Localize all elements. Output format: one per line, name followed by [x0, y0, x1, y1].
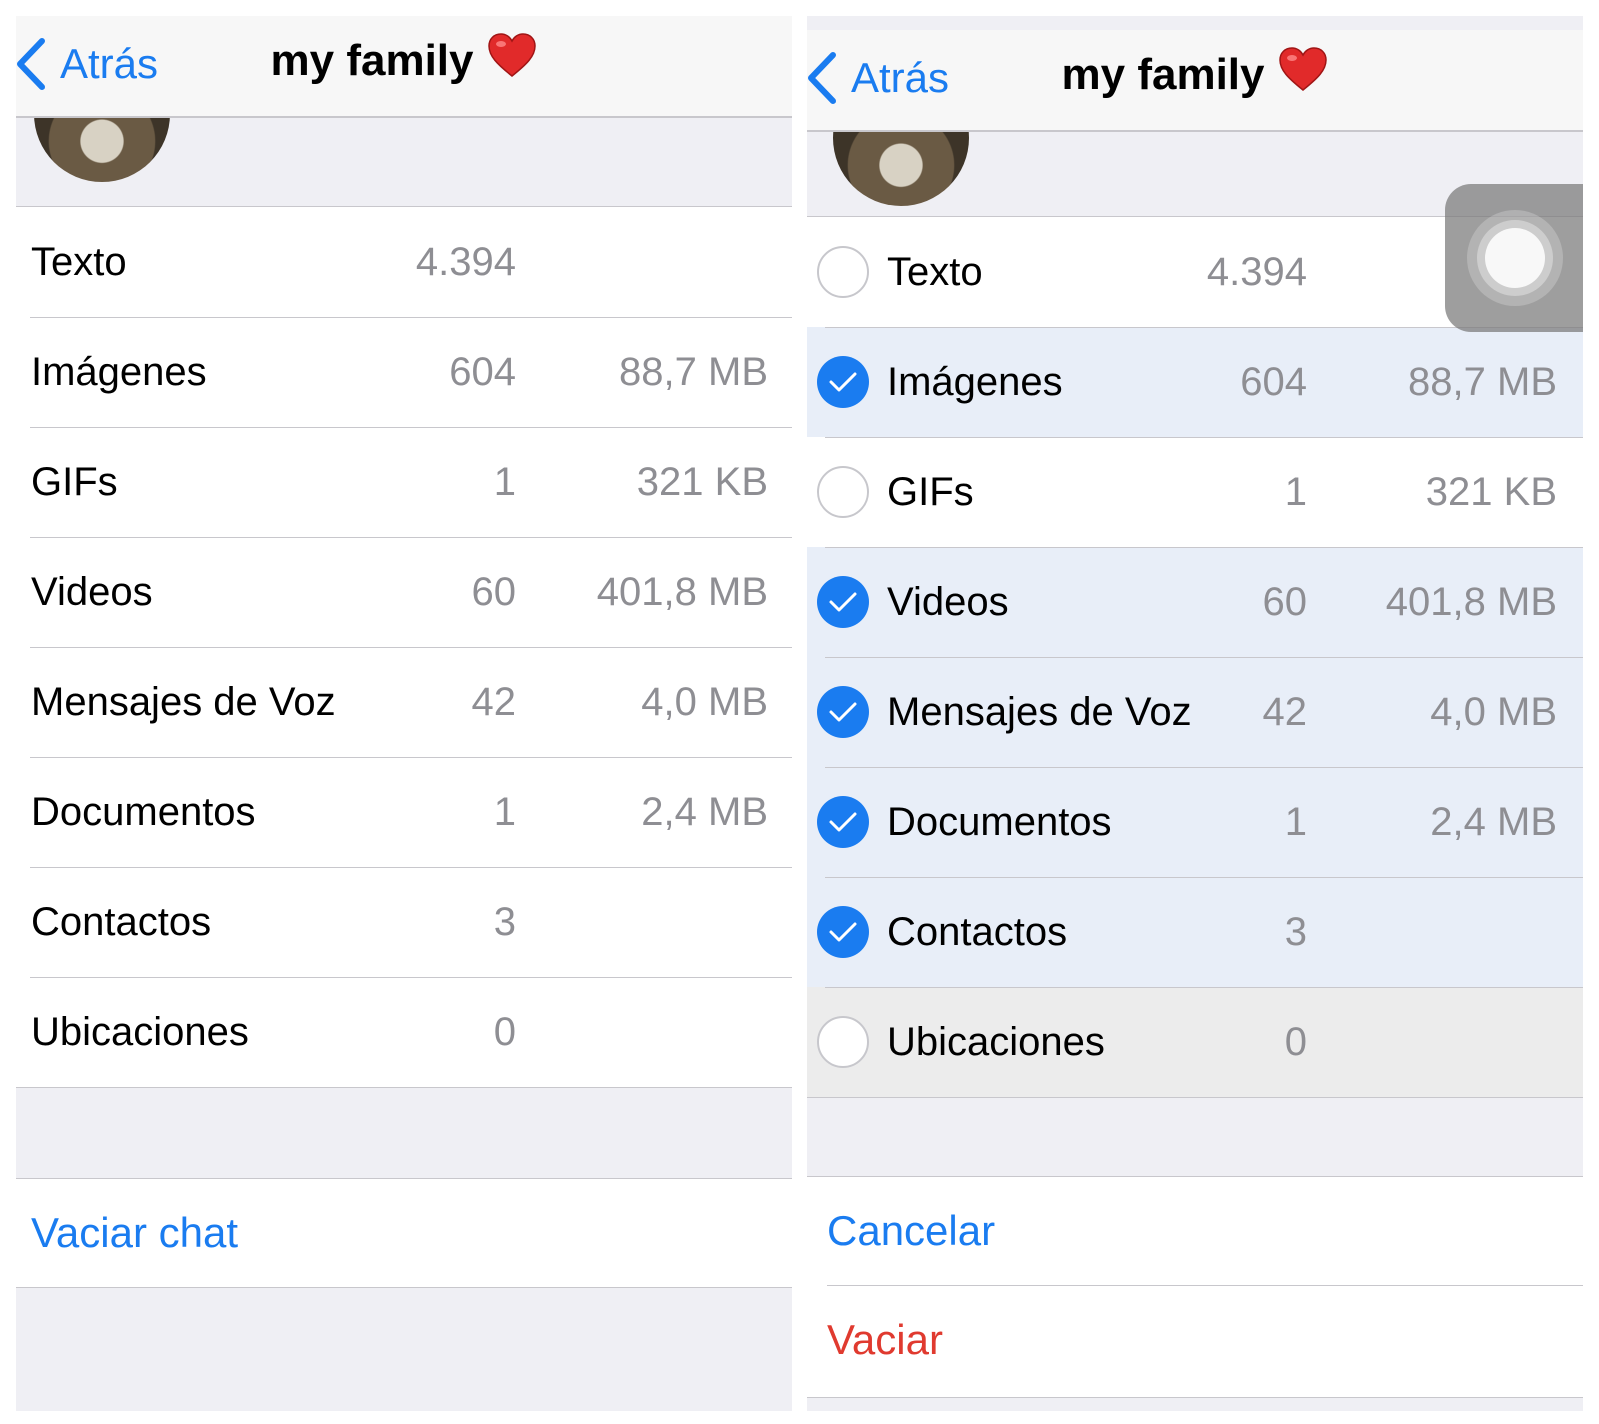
checkmark-circle-icon[interactable]	[817, 906, 869, 958]
page-title: my family	[16, 32, 792, 89]
row-count: 42	[471, 679, 517, 724]
navigation-bar: Atrás my family	[16, 16, 792, 118]
row-count: 60	[1262, 579, 1308, 624]
row-label: Contactos	[31, 899, 212, 944]
row-label: Videos	[887, 579, 1009, 624]
row-label: GIFs	[31, 459, 118, 504]
row-count: 1	[1284, 799, 1307, 844]
row-size: 4,0 MB	[641, 679, 768, 724]
row-size: 88,7 MB	[619, 349, 768, 394]
row-count: 60	[471, 569, 517, 614]
panel-storage-summary: Atrás my family Texto 4.394 Imágenes 604 88,…	[16, 16, 792, 1411]
row-label: Ubicaciones	[887, 1019, 1105, 1064]
row-label: GIFs	[887, 469, 974, 514]
action-group: Cancelar Vaciar	[807, 1176, 1583, 1398]
row-size: 2,4 MB	[1430, 799, 1557, 844]
row-count: 42	[1262, 689, 1308, 734]
table-row: Contactos 3	[16, 867, 792, 977]
table-row: Mensajes de Voz 42 4,0 MB	[16, 647, 792, 757]
row-count: 3	[1284, 909, 1307, 954]
row-count: 4.394	[415, 239, 516, 284]
row-label: Texto	[31, 239, 127, 284]
table-row[interactable]: Documentos 1 2,4 MB	[807, 767, 1583, 877]
storage-list: Texto 4.394 Imágenes 604 88,7 MB GIFs 1 321 KB V…	[16, 206, 792, 1088]
empty-circle-icon[interactable]	[817, 466, 869, 518]
checkmark-circle-icon[interactable]	[817, 796, 869, 848]
row-label: Texto	[887, 249, 983, 294]
empty-circle-icon[interactable]	[817, 246, 869, 298]
clear-chat-button[interactable]: Vaciar chat	[16, 1179, 792, 1287]
storage-selection-list: Texto 4.394 Imágenes 604 88,7 MB GIFs 1 321 KB V…	[807, 216, 1583, 1098]
row-count: 1	[493, 459, 516, 504]
row-size: 321 KB	[636, 459, 768, 504]
row-count: 604	[1240, 359, 1307, 404]
table-row[interactable]: Mensajes de Voz 42 4,0 MB	[807, 657, 1583, 767]
row-label: Ubicaciones	[31, 1009, 249, 1054]
row-size: 4,0 MB	[1430, 689, 1557, 734]
action-group: Vaciar chat	[16, 1178, 792, 1288]
title-text: my family	[1061, 49, 1265, 99]
row-label: Mensajes de Voz	[31, 679, 336, 724]
table-row: Ubicaciones 0	[16, 977, 792, 1087]
row-count: 1	[493, 789, 516, 834]
checkmark-circle-icon[interactable]	[817, 356, 869, 408]
heart-icon	[1278, 46, 1328, 103]
assistive-touch-button[interactable]	[1445, 184, 1583, 332]
chat-header-peek	[16, 46, 792, 206]
row-size: 2,4 MB	[641, 789, 768, 834]
row-count: 604	[449, 349, 516, 394]
cancel-button[interactable]: Cancelar	[807, 1177, 1583, 1285]
row-label: Documentos	[31, 789, 256, 834]
row-label: Videos	[31, 569, 153, 614]
title-text: my family	[270, 35, 474, 85]
table-row: Documentos 1 2,4 MB	[16, 757, 792, 867]
table-row[interactable]: Imágenes 604 88,7 MB	[807, 327, 1583, 437]
row-count: 1	[1284, 469, 1307, 514]
table-row[interactable]: Contactos 3	[807, 877, 1583, 987]
page-title: my family	[807, 46, 1583, 103]
row-size: 401,8 MB	[1385, 579, 1557, 624]
table-row: Imágenes 604 88,7 MB	[16, 317, 792, 427]
navigation-bar: Atrás my family	[807, 30, 1583, 132]
table-row[interactable]: Ubicaciones 0	[807, 987, 1583, 1097]
row-label: Imágenes	[31, 349, 207, 394]
row-size: 401,8 MB	[596, 569, 768, 614]
row-size: 321 KB	[1425, 469, 1557, 514]
empty-circle-icon[interactable]	[817, 1016, 869, 1068]
checkmark-circle-icon[interactable]	[817, 576, 869, 628]
row-size: 88,7 MB	[1408, 359, 1557, 404]
clear-button[interactable]: Vaciar	[827, 1285, 1583, 1394]
heart-icon	[487, 32, 537, 89]
table-row: GIFs 1 321 KB	[16, 427, 792, 537]
checkmark-circle-icon[interactable]	[817, 686, 869, 738]
row-label: Documentos	[887, 799, 1112, 844]
table-row[interactable]: GIFs 1 321 KB	[807, 437, 1583, 547]
row-label: Contactos	[887, 909, 1068, 954]
panel-storage-selection: Atrás my family Texto 4.394 Imágenes 604 88,…	[807, 16, 1583, 1411]
row-count: 3	[493, 899, 516, 944]
row-label: Imágenes	[887, 359, 1063, 404]
table-row[interactable]: Videos 60 401,8 MB	[807, 547, 1583, 657]
row-count: 0	[1284, 1019, 1307, 1064]
table-row: Videos 60 401,8 MB	[16, 537, 792, 647]
row-label: Mensajes de Voz	[887, 689, 1192, 734]
row-count: 4.394	[1206, 249, 1307, 294]
table-row: Texto 4.394	[16, 207, 792, 317]
row-count: 0	[493, 1009, 516, 1054]
